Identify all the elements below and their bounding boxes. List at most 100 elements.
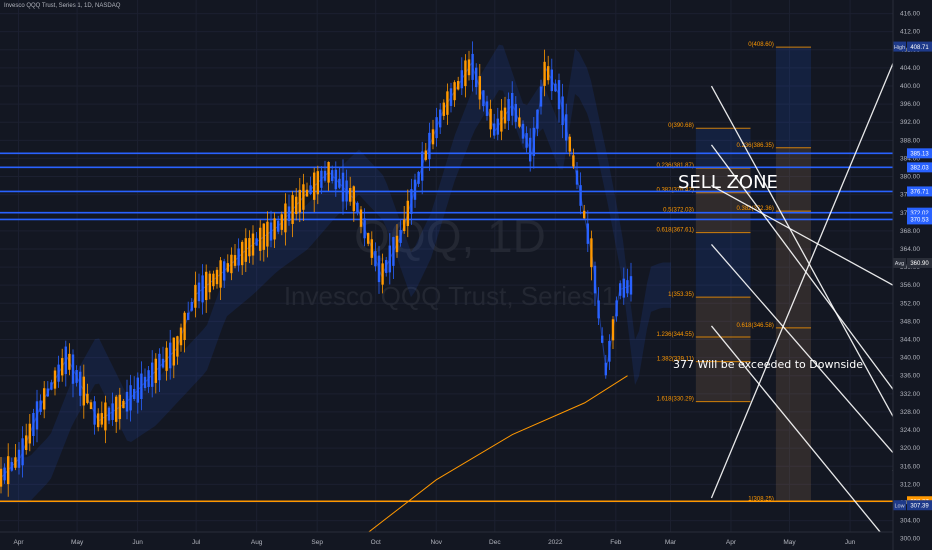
candle	[179, 327, 183, 346]
candle	[122, 400, 125, 409]
candle	[489, 108, 492, 130]
candle	[367, 233, 370, 244]
candle	[14, 457, 17, 468]
price-chart[interactable]: QQQ, 1D Invesco QQQ Trust, Series 1 0(39…	[0, 0, 932, 550]
candle	[464, 60, 467, 87]
candle	[93, 401, 96, 425]
x-tick-label: Aug	[251, 539, 263, 546]
candle	[442, 102, 445, 116]
cloud-area	[0, 44, 671, 503]
candle	[298, 189, 301, 213]
candle	[561, 96, 564, 126]
candle	[197, 282, 201, 302]
fib-label: 0.236(381.87)	[656, 163, 693, 169]
candle	[320, 170, 323, 188]
candle	[529, 137, 532, 162]
candle	[503, 107, 507, 124]
candle	[266, 221, 269, 247]
candle	[21, 438, 24, 466]
candle	[431, 129, 435, 145]
fib-zone-b-band	[775, 47, 812, 148]
candle	[158, 353, 161, 381]
candle	[356, 202, 359, 214]
candle	[194, 284, 197, 308]
fib-label: 0.618(346.58)	[737, 323, 774, 329]
x-tick-label: Jun	[845, 539, 856, 546]
sell-zone-label: SELL ZONE	[678, 172, 778, 193]
price-tag-label: High	[894, 45, 905, 51]
candle	[262, 223, 265, 250]
candle	[71, 354, 75, 384]
candle	[291, 195, 294, 224]
candle	[611, 319, 615, 341]
candle	[0, 468, 3, 487]
candle	[370, 239, 373, 258]
candle	[583, 210, 586, 219]
candle	[237, 248, 240, 266]
candle	[597, 300, 600, 319]
x-tick-label: Oct	[371, 539, 381, 546]
y-tick-label: 332.00	[900, 391, 920, 398]
fib-label: 0(408.60)	[748, 42, 774, 48]
candle	[622, 278, 625, 298]
candle	[449, 88, 453, 106]
price-label: 382.03	[910, 166, 929, 172]
fib-label: 0(390.68)	[668, 123, 694, 129]
candle	[151, 362, 154, 387]
candle	[79, 371, 82, 396]
candle	[417, 171, 420, 184]
y-tick-label: 392.00	[900, 119, 920, 126]
candle	[518, 117, 521, 127]
candle	[43, 388, 46, 410]
fib-label: 1(353.35)	[668, 292, 694, 298]
candle	[251, 233, 255, 256]
candle	[485, 101, 489, 116]
candle	[115, 396, 118, 422]
chart-container[interactable]: QQQ, 1D Invesco QQQ Trust, Series 1 0(39…	[0, 0, 932, 550]
candle	[590, 238, 593, 268]
x-tick-label: Jul	[192, 539, 201, 546]
candle	[608, 340, 611, 362]
candle	[165, 347, 168, 371]
candle	[244, 238, 247, 262]
watermark-name: Invesco QQQ Trust, Series 1	[284, 281, 616, 311]
ichimoku-cloud	[0, 44, 671, 503]
x-tick-label: Nov	[430, 539, 442, 546]
candle	[201, 275, 204, 303]
candle	[302, 184, 305, 210]
candle	[392, 237, 395, 266]
candle	[273, 218, 276, 240]
candle	[111, 403, 114, 420]
candle	[143, 376, 147, 389]
ma-line	[359, 375, 628, 540]
candle	[388, 245, 391, 273]
fib-zone-a-band	[695, 232, 751, 298]
fib-zone-b-band	[775, 327, 812, 502]
candle	[187, 312, 190, 320]
x-tick-label: 2022	[548, 539, 563, 546]
candle	[190, 302, 193, 311]
fib-label: 0.236(386.35)	[737, 143, 774, 149]
candle	[349, 187, 352, 202]
x-tick-label: Dec	[489, 539, 501, 546]
downside-note: 377 Will be exceeded to Downside	[673, 358, 863, 371]
candle	[493, 123, 496, 136]
candle	[575, 170, 579, 185]
candle	[176, 336, 179, 357]
candle	[341, 172, 345, 202]
candle	[255, 238, 258, 246]
candle	[61, 358, 64, 376]
y-tick-label: 304.00	[900, 518, 920, 525]
candle	[35, 401, 39, 430]
candle	[565, 114, 568, 141]
candle	[212, 273, 215, 287]
fib-label: 0.618(367.61)	[656, 228, 693, 234]
candle	[403, 219, 406, 232]
candle	[601, 335, 604, 343]
candle	[226, 263, 229, 272]
x-tick-label: Sep	[311, 539, 323, 546]
candle	[385, 260, 388, 273]
candle	[323, 170, 327, 181]
x-tick-label: Apr	[13, 539, 24, 546]
candle	[471, 53, 474, 80]
